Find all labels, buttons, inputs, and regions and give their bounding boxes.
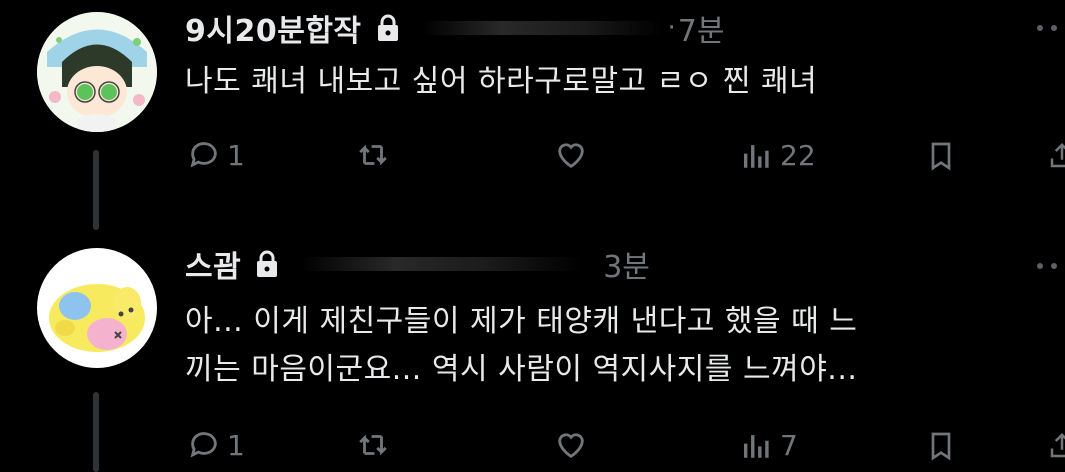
retweet-icon xyxy=(359,434,387,456)
avatar[interactable] xyxy=(37,12,157,132)
separator-dot: · xyxy=(667,13,676,43)
post-text: 나도 쾌녀 내보고 싶어 하라구로말고 ㄹㅇ 찐 쾌녀 xyxy=(185,64,818,99)
post-header: 9시20분합작 · 7분 xyxy=(185,6,725,50)
post-2[interactable]: 스괌 3분 아... 이게 제친구들이 제가 태양캐 낸다고 했을 때 느 끼는… xyxy=(0,230,1065,472)
views-button[interactable]: 22 xyxy=(740,138,816,172)
reply-icon xyxy=(190,432,217,458)
retweet-button[interactable] xyxy=(355,138,397,172)
bookmark-button[interactable] xyxy=(925,138,957,174)
post-header: 스괌 3분 xyxy=(185,242,650,286)
like-icon xyxy=(558,433,584,459)
views-button[interactable]: 7 xyxy=(740,428,798,462)
author-name[interactable]: 스괌 xyxy=(185,242,241,286)
bookmark-icon xyxy=(931,432,951,461)
thread-line xyxy=(93,150,99,230)
views-count: 22 xyxy=(780,138,816,172)
handle-redacted xyxy=(301,257,582,271)
lock-icon xyxy=(376,14,400,42)
post-1[interactable]: 9시20분합작 · 7분 나도 쾌녀 내보고 싶어 하라구로말고 ㄹㅇ 찐 쾌녀… xyxy=(0,0,1065,230)
reply-button[interactable]: 1 xyxy=(187,138,245,172)
reply-icon xyxy=(190,142,217,168)
timestamp[interactable]: 3분 xyxy=(603,242,650,286)
bookmark-button[interactable] xyxy=(925,428,957,464)
more-icon[interactable] xyxy=(1037,25,1065,31)
share-icon xyxy=(1050,142,1065,168)
share-button[interactable] xyxy=(1047,428,1065,464)
thread-line xyxy=(93,392,99,472)
views-icon xyxy=(743,435,769,458)
like-icon xyxy=(558,143,584,169)
reply-button[interactable]: 1 xyxy=(187,428,245,462)
post-text: 아... 이게 제친구들이 제가 태양캐 낸다고 했을 때 느 끼는 마음이군요… xyxy=(185,304,858,387)
timestamp[interactable]: 7분 xyxy=(678,6,725,50)
avatar[interactable] xyxy=(37,248,157,368)
action-bar: 1 7 xyxy=(185,428,1065,468)
retweet-icon xyxy=(359,144,387,166)
author-name[interactable]: 9시20분합작 xyxy=(185,6,362,50)
bookmark-icon xyxy=(931,142,951,171)
reply-count: 1 xyxy=(227,428,245,462)
lock-icon xyxy=(255,250,279,278)
handle-redacted xyxy=(421,21,662,35)
views-count: 7 xyxy=(780,428,798,462)
retweet-button[interactable] xyxy=(355,428,397,462)
more-icon[interactable] xyxy=(1037,263,1065,269)
like-button[interactable] xyxy=(553,138,595,172)
like-button[interactable] xyxy=(553,428,595,462)
reply-count: 1 xyxy=(227,138,245,172)
views-icon xyxy=(743,145,769,168)
action-bar: 1 22 xyxy=(185,138,1065,178)
share-button[interactable] xyxy=(1047,138,1065,174)
share-icon xyxy=(1050,432,1065,458)
